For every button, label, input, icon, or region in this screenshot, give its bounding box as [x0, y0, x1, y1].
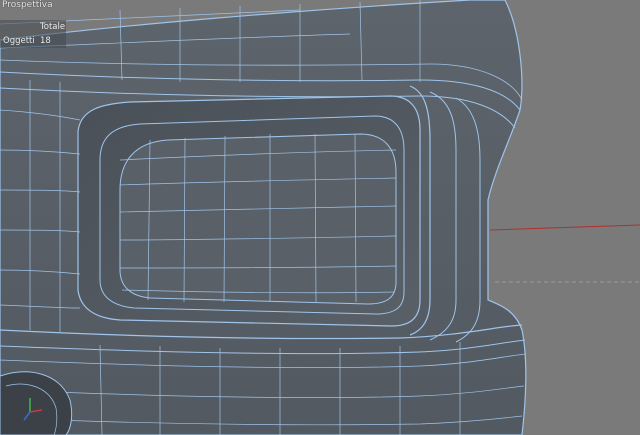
scene-canvas[interactable] — [0, 0, 640, 435]
stats-total-header: Totale — [40, 22, 66, 32]
stats-objects-label: Oggetti — [3, 36, 35, 46]
stats-overlay: Totale Oggetti 18 — [0, 20, 66, 48]
viewport-title[interactable]: Prospettiva — [2, 0, 53, 10]
mesh-object[interactable] — [0, 0, 527, 435]
3d-viewport[interactable]: Prospettiva Totale Oggetti 18 — [0, 0, 640, 435]
stats-objects-value: 18 — [40, 36, 51, 46]
